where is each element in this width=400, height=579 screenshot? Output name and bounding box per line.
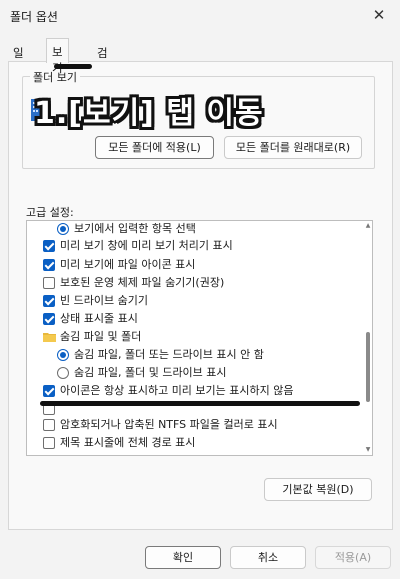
checkbox-unchecked[interactable] xyxy=(43,277,55,289)
tab-search[interactable]: 검색 xyxy=(92,42,113,76)
advanced-settings-label: 고급 설정: xyxy=(26,206,74,219)
radio-selected[interactable] xyxy=(57,349,69,361)
annotation-text: 1.[보기] 탭 이동 xyxy=(34,96,264,131)
checkbox-checked[interactable] xyxy=(43,455,55,456)
radio-selected[interactable] xyxy=(57,223,69,235)
cancel-button[interactable]: 취소 xyxy=(230,546,306,569)
tab-general[interactable]: 일반 xyxy=(8,42,29,76)
ok-button[interactable]: 확인 xyxy=(145,546,221,569)
dialog-footer: 확인 취소 적용(A) xyxy=(0,531,400,579)
reset-all-folders-button[interactable]: 모든 폴더를 원래대로(R) xyxy=(224,136,362,159)
list-scrollbar[interactable]: ▲ ▼ xyxy=(365,222,371,454)
folder-icon xyxy=(43,333,56,342)
tab-view[interactable]: 보기 xyxy=(46,38,69,75)
scroll-thumb[interactable] xyxy=(366,332,370,402)
advanced-settings-list[interactable]: 보기에서 입력한 항목 선택 미리 보기 창에 미리 보기 처리기 표시 미리 … xyxy=(26,220,373,456)
annotation-underline-tab xyxy=(54,64,92,69)
window-title: 폴더 옵션 xyxy=(10,10,58,24)
scroll-down-icon[interactable]: ▼ xyxy=(364,446,372,454)
checkbox-unchecked[interactable] xyxy=(43,419,55,431)
checkbox-checked[interactable] xyxy=(43,385,55,397)
radio-unselected[interactable] xyxy=(57,367,69,379)
scroll-up-icon[interactable]: ▲ xyxy=(364,222,372,230)
close-icon[interactable]: ✕ xyxy=(368,4,390,26)
checkbox-unchecked[interactable] xyxy=(43,437,55,449)
checkbox-checked[interactable] xyxy=(43,313,55,325)
checkbox-checked[interactable] xyxy=(43,295,55,307)
title-bar: 폴더 옵션 ✕ xyxy=(0,0,400,32)
restore-defaults-button[interactable]: 기본값 복원(D) xyxy=(264,478,372,501)
apply-button: 적용(A) xyxy=(315,546,391,569)
annotation-underline-item xyxy=(40,401,360,406)
checkbox-checked[interactable] xyxy=(43,240,55,252)
checkbox-checked[interactable] xyxy=(43,259,55,271)
apply-to-all-folders-button[interactable]: 모든 폴더에 적용(L) xyxy=(95,136,214,159)
